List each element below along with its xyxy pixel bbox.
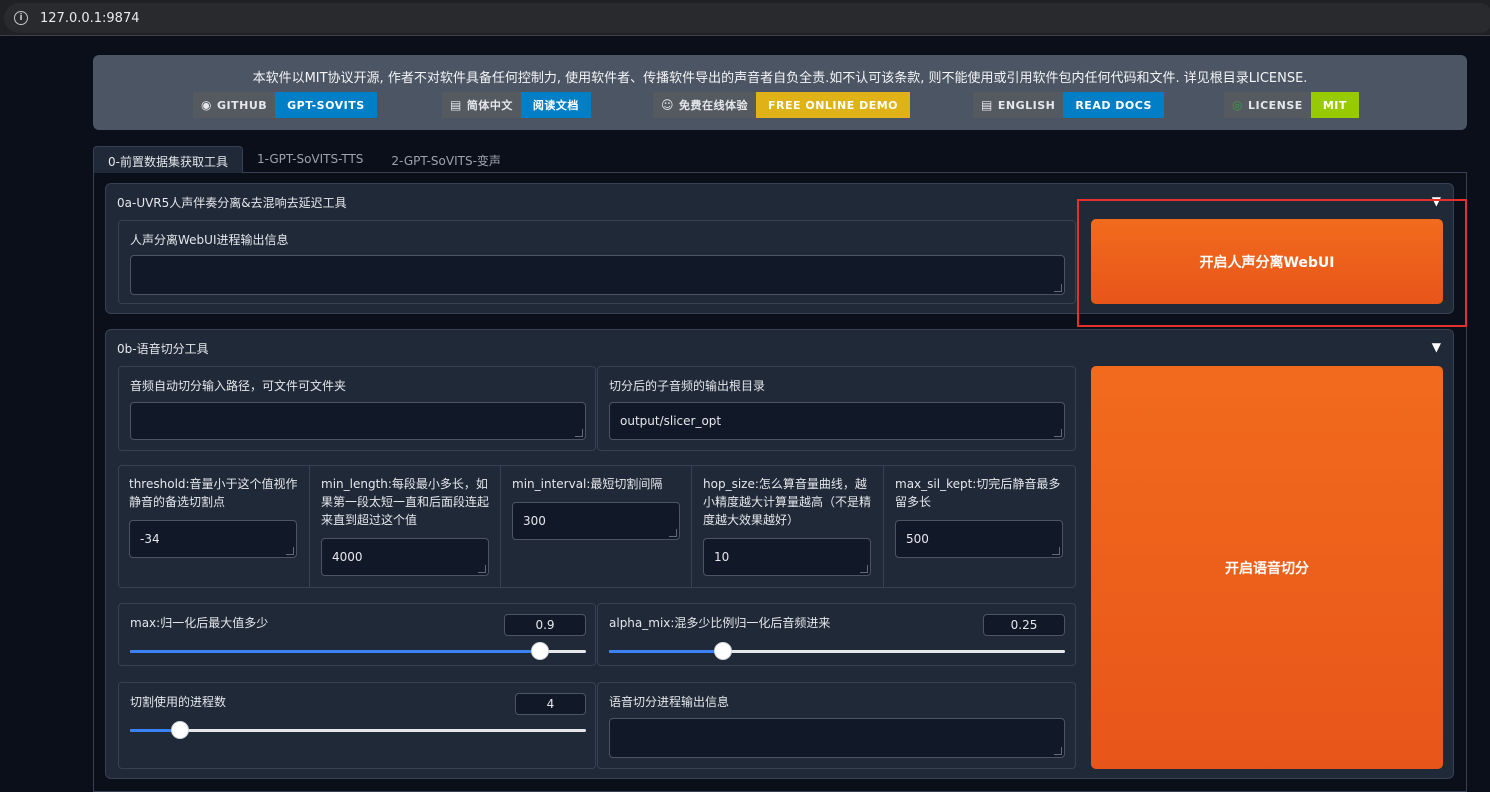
max-label: max:归一化后最大值多少 [130, 616, 269, 630]
resize-grip-icon[interactable] [1054, 284, 1062, 292]
uvr-output-block: 人声分离WebUI进程输出信息 [118, 220, 1076, 304]
procs-slider[interactable] [130, 721, 586, 739]
alpha-slider-block: alpha_mix:混多少比例归一化后音频进来 0.25 [597, 603, 1076, 666]
badge-value: READ DOCS [1063, 92, 1164, 118]
uvr-output-label: 人声分离WebUI进程输出信息 [130, 233, 289, 247]
resize-grip-icon[interactable] [286, 547, 294, 555]
threshold-block: threshold:音量小于这个值视作静音的备选切割点 -34 [118, 465, 309, 588]
badge-value: FREE ONLINE DEMO [756, 92, 911, 118]
procs-slider-block: 切割使用的进程数 4 [118, 682, 596, 769]
github-badge[interactable]: ◉ GITHUB GPT-SOVITS [193, 92, 377, 118]
badge-label: GITHUB [216, 98, 268, 112]
license-banner: 本软件以MIT协议开源, 作者不对软件具备任何控制力, 使用软件者、传播软件导出… [93, 55, 1467, 130]
badge-label: 免费在线体验 [679, 99, 749, 112]
max-slider-block: max:归一化后最大值多少 0.9 [118, 603, 596, 666]
max-slider[interactable] [130, 642, 586, 660]
badge-label: ENGLISH [997, 98, 1056, 112]
input-path-textbox[interactable] [130, 402, 586, 440]
document-icon: ▤ [981, 98, 993, 112]
resize-grip-icon[interactable] [478, 565, 486, 573]
slicer-status-textbox[interactable] [609, 718, 1065, 758]
chinese-docs-badge[interactable]: ▤ 简体中文 阅读文档 [442, 92, 591, 118]
hugging-face-icon: ☺ [661, 98, 675, 112]
uvr-title[interactable]: 0a-UVR5人声伴奏分离&去混响去延迟工具 [117, 194, 347, 211]
slicer-accordion: 0b-语音切分工具 ▼ 音频自动切分输入路径，可文件可文件夹 切分后的子音频的输… [105, 329, 1454, 779]
resize-grip-icon[interactable] [669, 529, 677, 537]
hop-size-input[interactable]: 10 [703, 538, 871, 576]
slider-thumb[interactable] [714, 642, 732, 660]
slicer-status-label: 语音切分进程输出信息 [609, 695, 730, 709]
slider-fill [130, 650, 541, 653]
slider-thumb[interactable] [531, 642, 550, 660]
address-bar[interactable]: i 127.0.0.1:9874 [4, 3, 1490, 33]
tab-tts[interactable]: 1-GPT-SoVITS-TTS [243, 146, 377, 173]
tab-dataset-tools[interactable]: 0-前置数据集获取工具 [93, 146, 243, 173]
procs-label: 切割使用的进程数 [130, 695, 227, 709]
hop-size-label: hop_size:怎么算音量曲线，越小精度越大计算量越高（不是精度越大效果越好） [703, 477, 872, 527]
textbox-value: -34 [140, 532, 160, 546]
textbox-value: 300 [523, 514, 546, 528]
badge-label: 简体中文 [466, 99, 513, 112]
highlight-box [1077, 199, 1467, 327]
badge-value: 阅读文档 [520, 92, 591, 118]
online-demo-badge[interactable]: ☺ 免费在线体验 FREE ONLINE DEMO [653, 92, 911, 118]
max-sil-block: max_sil_kept:切完后静音最多留多长 500 [884, 465, 1075, 588]
min-interval-input[interactable]: 300 [512, 502, 680, 540]
tab-voice-change[interactable]: 2-GPT-SoVITS-变声 [377, 146, 514, 173]
alpha-slider[interactable] [609, 642, 1065, 660]
alpha-label: alpha_mix:混多少比例归一化后音频进来 [609, 616, 831, 630]
github-icon: ◉ [201, 98, 212, 112]
resize-grip-icon[interactable] [575, 429, 583, 437]
min-interval-block: min_interval:最短切割间隔 300 [501, 465, 692, 588]
info-icon[interactable]: i [14, 11, 28, 25]
license-text: 本软件以MIT协议开源, 作者不对软件具备任何控制力, 使用软件者、传播软件导出… [252, 71, 1308, 86]
alpha-number-input[interactable]: 0.25 [983, 614, 1065, 636]
slider-fill [609, 650, 723, 653]
input-path-block: 音频自动切分输入路径，可文件可文件夹 [118, 366, 596, 451]
resize-grip-icon[interactable] [1054, 429, 1062, 437]
max-sil-label: max_sil_kept:切完后静音最多留多长 [895, 477, 1061, 509]
min-length-label: min_length:每段最小多长，如果第一段太短一直和后面段连起来直到超过这个… [321, 477, 490, 527]
resize-grip-icon[interactable] [1054, 747, 1062, 755]
procs-number-input[interactable]: 4 [515, 693, 586, 715]
browser-bar: i 127.0.0.1:9874 [0, 0, 1490, 36]
min-interval-label: min_interval:最短切割间隔 [512, 477, 663, 491]
textbox-value: 4000 [332, 550, 363, 564]
slider-thumb[interactable] [171, 721, 190, 739]
input-path-label: 音频自动切分输入路径，可文件可文件夹 [130, 379, 347, 393]
badge-value: MIT [1310, 92, 1359, 118]
uvr-output-textbox[interactable] [130, 255, 1065, 295]
min-length-input[interactable]: 4000 [321, 538, 489, 576]
license-icon: ◎ [1232, 98, 1243, 112]
output-dir-block: 切分后的子音频的输出根目录 output/slicer_opt [597, 366, 1076, 451]
start-slicer-button[interactable]: 开启语音切分 [1091, 366, 1443, 769]
threshold-input[interactable]: -34 [129, 520, 297, 558]
english-docs-badge[interactable]: ▤ ENGLISH READ DOCS [973, 92, 1164, 118]
textbox-value: 500 [906, 532, 929, 546]
max-sil-input[interactable]: 500 [895, 520, 1063, 558]
output-dir-textbox[interactable]: output/slicer_opt [609, 402, 1065, 440]
resize-grip-icon[interactable] [860, 565, 868, 573]
document-icon: ▤ [450, 98, 462, 112]
textbox-value: output/slicer_opt [620, 414, 722, 428]
badge-label: LICENSE [1247, 98, 1303, 112]
slicer-title[interactable]: 0b-语音切分工具 [117, 340, 209, 357]
license-badge[interactable]: ◎ LICENSE MIT [1224, 92, 1359, 118]
textbox-value: 10 [714, 550, 730, 564]
resize-grip-icon[interactable] [1052, 547, 1060, 555]
tab-bar: 0-前置数据集获取工具 1-GPT-SoVITS-TTS 2-GPT-SoVIT… [93, 146, 515, 173]
min-length-block: min_length:每段最小多长，如果第一段太短一直和后面段连起来直到超过这个… [310, 465, 501, 588]
badge-value: GPT-SOVITS [275, 92, 377, 118]
output-dir-label: 切分后的子音频的输出根目录 [609, 379, 766, 393]
threshold-label: threshold:音量小于这个值视作静音的备选切割点 [129, 477, 298, 509]
hop-size-block: hop_size:怎么算音量曲线，越小精度越大计算量越高（不是精度越大效果越好）… [692, 465, 883, 588]
url-text[interactable]: 127.0.0.1:9874 [40, 11, 140, 26]
collapse-arrow-icon[interactable]: ▼ [1432, 340, 1441, 354]
slicer-status-block: 语音切分进程输出信息 [597, 682, 1076, 769]
max-number-input[interactable]: 0.9 [504, 614, 586, 636]
